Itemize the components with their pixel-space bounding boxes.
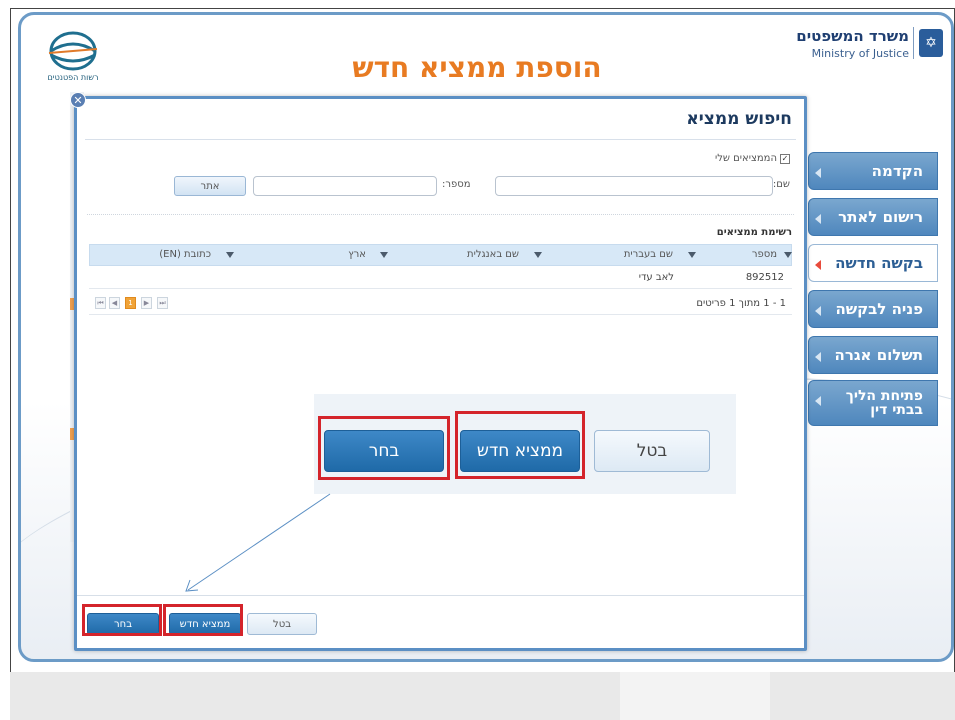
nav-item-label: פתיחת הליך בבתי דין — [833, 389, 923, 417]
nav-item-application-inquiry[interactable]: פניה לבקשה — [808, 290, 938, 328]
filter-icon[interactable] — [380, 252, 388, 258]
ministry-name-he: משרד המשפטים — [796, 27, 909, 45]
search-button[interactable]: אתר — [174, 176, 246, 196]
chevron-left-icon — [815, 396, 821, 406]
nav-item-label: בקשה חדשה — [835, 254, 923, 272]
page-heading: הוספת ממציא חדש — [317, 51, 637, 84]
cancel-button[interactable]: בטל — [247, 613, 317, 635]
number-field[interactable] — [253, 176, 437, 196]
my-inventors-label: הממציאים שלי — [715, 153, 777, 164]
menorah-icon: ✡ — [919, 29, 943, 57]
section-divider — [87, 214, 794, 215]
my-inventors-filter[interactable]: ✓ הממציאים שלי — [715, 153, 790, 164]
slide-bottom-band — [10, 672, 955, 720]
highlight-box — [82, 604, 162, 636]
zoom-cancel-button[interactable]: בטל — [594, 430, 710, 472]
highlight-box — [163, 604, 243, 636]
nav-item-register[interactable]: רישום לאתר — [808, 198, 938, 236]
next-page-icon[interactable]: ▶ — [141, 297, 152, 309]
name-label: שם: — [773, 179, 790, 190]
footer-divider — [77, 595, 804, 596]
ministry-name-en: Ministry of Justice — [812, 47, 909, 60]
filter-icon[interactable] — [226, 252, 234, 258]
chevron-left-icon — [815, 168, 821, 178]
highlight-box — [318, 416, 450, 480]
nav-item-new-application[interactable]: בקשה חדשה — [808, 244, 938, 282]
column-header-country[interactable]: ארץ — [348, 249, 366, 260]
chevron-left-icon — [815, 306, 821, 316]
number-label: מספר: — [442, 179, 471, 190]
column-header-name-en[interactable]: שם באנגלית — [467, 249, 519, 260]
prev-page-icon[interactable]: ◀ — [109, 297, 120, 309]
title-divider — [85, 139, 796, 140]
pager-info: 1 - 1 מתוך 1 פריטים — [696, 298, 786, 309]
column-header-name-he[interactable]: שם בעברית — [624, 249, 673, 260]
nav-item-intro[interactable]: הקדמה — [808, 152, 938, 190]
nav-item-label: תשלום אגרה — [835, 346, 923, 364]
page-current[interactable]: 1 — [125, 297, 136, 309]
chevron-left-icon — [815, 214, 821, 224]
column-header-address-en[interactable]: כתובת (EN) — [159, 249, 211, 260]
pager: ⏮ ◀ 1 ▶ ⏭ 1 - 1 מתוך 1 פריטים — [89, 293, 792, 315]
filter-icon[interactable] — [534, 252, 542, 258]
patents-globe-icon — [33, 27, 113, 73]
inventors-list-title: רשימת ממציאים — [717, 227, 792, 238]
cell-number: 892512 — [746, 272, 784, 283]
column-header-number[interactable]: מספר — [752, 249, 777, 260]
nav-item-court-proceedings[interactable]: פתיחת הליך בבתי דין — [808, 380, 938, 426]
highlight-box — [455, 411, 585, 479]
first-page-icon[interactable]: ⏮ — [95, 297, 106, 309]
patents-authority-logo: רשות הפטנטים — [33, 27, 113, 87]
chevron-left-icon — [815, 352, 821, 362]
nav-item-label: רישום לאתר — [838, 208, 923, 226]
filter-icon[interactable] — [688, 252, 696, 258]
chevron-left-icon — [815, 260, 821, 270]
close-icon[interactable]: ✕ — [70, 92, 86, 108]
last-page-icon[interactable]: ⏭ — [157, 297, 168, 309]
filter-icon[interactable] — [784, 252, 792, 258]
cell-name-he: לאב עדי — [639, 272, 674, 283]
nav-item-label: הקדמה — [872, 162, 923, 180]
inventor-search-dialog: חיפוש ממציא ✓ הממציאים שלי שם: מספר: אתר… — [74, 96, 807, 651]
grid-header: מספר שם בעברית שם באנגלית ארץ כתובת (EN) — [89, 244, 792, 266]
ministry-logo: ✡ משרד המשפטים Ministry of Justice — [747, 25, 947, 65]
nav-item-label: פניה לבקשה — [835, 300, 923, 318]
name-field[interactable] — [495, 176, 773, 196]
slide-bottom-band-highlight — [620, 672, 770, 720]
logo-divider — [913, 27, 914, 59]
table-row[interactable]: 892512 לאב עדי — [89, 267, 792, 289]
patents-caption: רשות הפטנטים — [33, 73, 113, 82]
dialog-title: חיפוש ממציא — [686, 109, 792, 129]
nav-item-fee-payment[interactable]: תשלום אגרה — [808, 336, 938, 374]
checkbox-icon[interactable]: ✓ — [780, 154, 790, 164]
